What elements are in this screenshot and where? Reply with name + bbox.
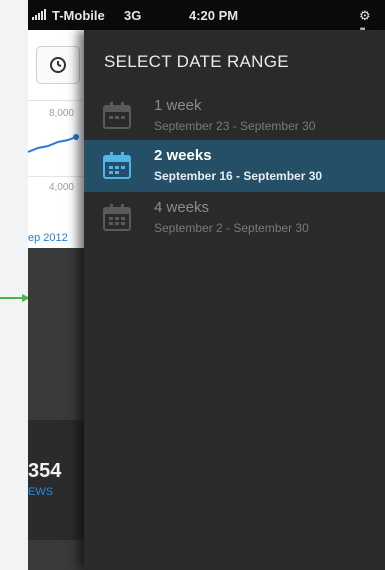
- option-range: September 16 - September 30: [154, 169, 323, 183]
- clock-icon: [50, 57, 66, 73]
- option-2-weeks[interactable]: 2 weeks September 16 - September 30: [84, 140, 385, 192]
- carrier-name: T-Mobile: [52, 8, 105, 23]
- option-label: 4 weeks: [154, 199, 210, 216]
- drawer-title: SELECT DATE RANGE: [104, 52, 289, 71]
- y-axis-label: 8,000: [48, 108, 74, 119]
- calendar-icon: [103, 204, 131, 231]
- stat-value: 354: [28, 460, 62, 482]
- date-range-drawer: SELECT DATE RANGE 1 week September 23 - …: [84, 30, 385, 570]
- date-label: ep 2012: [28, 232, 68, 244]
- option-label: 1 week: [154, 97, 202, 114]
- option-range: September 2 - September 30: [154, 221, 309, 235]
- option-4-weeks[interactable]: 4 weeks September 2 - September 30: [84, 192, 385, 244]
- network-type: 3G: [124, 8, 142, 23]
- calendar-icon: [103, 102, 131, 129]
- option-1-week[interactable]: 1 week September 23 - September 30: [84, 90, 385, 142]
- divider: [28, 176, 84, 177]
- phone-screen: T-Mobile 3G 4:20 PM ⚙ ▮ 8,000 4,000 ep 2…: [28, 0, 385, 570]
- calendar-icon: [103, 152, 131, 179]
- chart-card: 8,000 4,000 ep 2012: [28, 30, 84, 248]
- status-bar: T-Mobile 3G 4:20 PM ⚙ ▮: [28, 0, 385, 39]
- option-label: 2 weeks: [154, 147, 212, 164]
- annotation-arrow-icon: [0, 294, 30, 302]
- status-time: 4:20 PM: [189, 8, 239, 23]
- option-range: September 23 - September 30: [154, 119, 316, 133]
- stat-label: EWS: [28, 486, 54, 498]
- signal-bars-icon: [32, 8, 50, 23]
- chart-line: [28, 134, 79, 153]
- clock-button[interactable]: [36, 46, 80, 84]
- divider: [28, 100, 84, 101]
- y-axis-label: 4,000: [48, 182, 74, 193]
